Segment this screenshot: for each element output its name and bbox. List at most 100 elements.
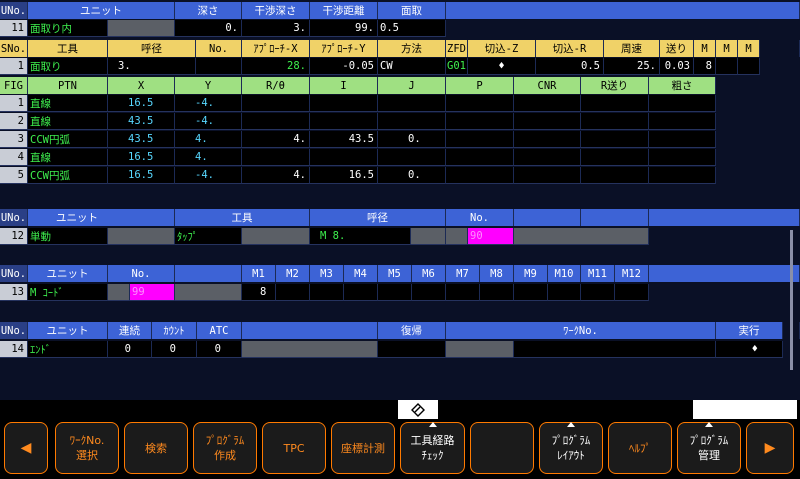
- nominal-value[interactable]: M 8.: [310, 228, 411, 245]
- m12-value[interactable]: [615, 284, 649, 301]
- pencil-diamond-icon[interactable]: [398, 400, 438, 419]
- work-no-value[interactable]: [514, 341, 716, 358]
- figure-cell-r[interactable]: [242, 95, 310, 112]
- figure-cell-ptn[interactable]: 直線: [28, 149, 108, 166]
- unit-row-13[interactable]: 13 M ｺｰﾄﾞ 99 8: [0, 284, 649, 301]
- softkey-7[interactable]: 工具経路 ﾁｪｯｸ: [400, 422, 465, 474]
- figure-cell-cnr[interactable]: [514, 113, 581, 130]
- m4-value[interactable]: [344, 284, 378, 301]
- figure-cell-x[interactable]: 16.5: [108, 95, 175, 112]
- m10-value[interactable]: [548, 284, 581, 301]
- m11-value[interactable]: [581, 284, 615, 301]
- figure-cell-cnr[interactable]: [514, 131, 581, 148]
- figure-cell-p[interactable]: [446, 167, 514, 184]
- figure-cell-cnr[interactable]: [514, 95, 581, 112]
- figure-cell-cnr[interactable]: [514, 167, 581, 184]
- m2-value[interactable]: [716, 58, 738, 75]
- figure-cell-j[interactable]: [378, 113, 446, 130]
- int-depth-value[interactable]: 3.: [242, 20, 310, 37]
- figure-cell-ptn[interactable]: CCW円弧: [28, 167, 108, 184]
- figure-cell-rf[interactable]: [581, 131, 649, 148]
- figure-cell-y[interactable]: -4.: [175, 167, 242, 184]
- figure-cell-rg[interactable]: [649, 113, 716, 130]
- figure-cell-p[interactable]: [446, 113, 514, 130]
- unit-row-14[interactable]: 14 ｴﾝﾄﾞ 0 0 0 ♦: [0, 341, 783, 358]
- figure-cell-y[interactable]: -4.: [175, 113, 242, 130]
- figure-cell-j[interactable]: [378, 95, 446, 112]
- figure-cell-j[interactable]: [378, 149, 446, 166]
- m3-value[interactable]: [310, 284, 344, 301]
- cut-r-value[interactable]: 0.5: [536, 58, 604, 75]
- softkey-11[interactable]: ﾌﾟﾛｸﾞﾗﾑ 管理: [677, 422, 741, 474]
- unit-name[interactable]: M ｺｰﾄﾞ: [28, 284, 108, 301]
- unit-name[interactable]: 単動: [28, 228, 108, 245]
- m7-value[interactable]: [446, 284, 480, 301]
- feed-value[interactable]: 0.03: [660, 58, 694, 75]
- softkey-9[interactable]: ﾌﾟﾛｸﾞﾗﾑ ﾚｲｱｳﾄ: [539, 422, 603, 474]
- cut-z-value[interactable]: ♦: [468, 58, 536, 75]
- softkey-6[interactable]: 座標計測: [331, 422, 395, 474]
- softkey-3[interactable]: 検索: [124, 422, 188, 474]
- figure-cell-x[interactable]: 43.5: [108, 113, 175, 130]
- figure-cell-rf[interactable]: [581, 95, 649, 112]
- softkey-5[interactable]: TPC: [262, 422, 326, 474]
- figure-cell-r[interactable]: [242, 149, 310, 166]
- int-dist-value[interactable]: 99.: [310, 20, 378, 37]
- figure-cell-x[interactable]: 43.5: [108, 131, 175, 148]
- figure-cell-rf[interactable]: [581, 167, 649, 184]
- figure-cell-x[interactable]: 16.5: [108, 167, 175, 184]
- softkey-4[interactable]: ﾌﾟﾛｸﾞﾗﾑ 作成: [193, 422, 257, 474]
- figure-cell-i[interactable]: [310, 113, 378, 130]
- softkey-12[interactable]: ▶: [746, 422, 794, 474]
- softkey-2[interactable]: ﾜｰｸNo. 選択: [55, 422, 119, 474]
- depth-value[interactable]: 0.: [175, 20, 242, 37]
- exec-value[interactable]: ♦: [716, 341, 783, 358]
- vertical-scrollbar[interactable]: [790, 230, 793, 370]
- zfd-value[interactable]: G01: [446, 58, 468, 75]
- figure-cell-i[interactable]: [310, 149, 378, 166]
- approach-x-value[interactable]: 28.: [242, 58, 310, 75]
- figure-cell-rg[interactable]: [649, 131, 716, 148]
- softkey-1[interactable]: ◀: [4, 422, 48, 474]
- figure-cell-rf[interactable]: [581, 149, 649, 166]
- tool-row-1[interactable]: 1 面取り 3. 28. -0.05 CW G01 ♦ 0.5 25. 0.03…: [0, 58, 760, 75]
- figure-cell-p[interactable]: [446, 131, 514, 148]
- figure-cell-p[interactable]: [446, 95, 514, 112]
- figure-cell-i[interactable]: [310, 95, 378, 112]
- figure-cell-cnr[interactable]: [514, 149, 581, 166]
- tool-no-value[interactable]: [196, 58, 242, 75]
- figure-cell-j[interactable]: 0.: [378, 131, 446, 148]
- figure-cell-y[interactable]: 4.: [175, 131, 242, 148]
- figure-cell-r[interactable]: 4.: [242, 167, 310, 184]
- speed-value[interactable]: 25.: [604, 58, 660, 75]
- figure-cell-p[interactable]: [446, 149, 514, 166]
- figure-row[interactable]: 4 直線 16.5 4.: [0, 149, 716, 166]
- figure-row[interactable]: 5 CCW円弧 16.5 -4. 4. 16.5 0.: [0, 167, 716, 184]
- figure-row[interactable]: 3 CCW円弧 43.5 4. 4. 43.5 0.: [0, 131, 716, 148]
- softkey-10[interactable]: ﾍﾙﾌﾟ: [608, 422, 672, 474]
- softkey-8[interactable]: [470, 422, 534, 474]
- cont-value[interactable]: 0: [108, 341, 152, 358]
- m1-value[interactable]: 8: [242, 284, 276, 301]
- figure-cell-y[interactable]: -4.: [175, 95, 242, 112]
- figure-cell-ptn[interactable]: 直線: [28, 95, 108, 112]
- tool-no-value[interactable]: 90: [468, 228, 514, 245]
- return-value[interactable]: [378, 341, 446, 358]
- figure-cell-rg[interactable]: [649, 95, 716, 112]
- figure-row[interactable]: 2 直線 43.5 -4.: [0, 113, 716, 130]
- m-no-value[interactable]: 99: [130, 284, 175, 301]
- m8-value[interactable]: [480, 284, 514, 301]
- m1-value[interactable]: 8: [694, 58, 716, 75]
- nominal-value[interactable]: 3.: [108, 58, 196, 75]
- unit-row-12[interactable]: 12 単動 ﾀｯﾌﾟ M 8. 90: [0, 228, 649, 245]
- figure-cell-j[interactable]: 0.: [378, 167, 446, 184]
- figure-cell-rg[interactable]: [649, 149, 716, 166]
- figure-cell-r[interactable]: [242, 113, 310, 130]
- figure-cell-ptn[interactable]: CCW円弧: [28, 131, 108, 148]
- method-value[interactable]: CW: [378, 58, 446, 75]
- tool-name[interactable]: 面取り: [28, 58, 108, 75]
- unit-name[interactable]: ｴﾝﾄﾞ: [28, 341, 108, 358]
- unit-name[interactable]: 面取り内: [28, 20, 108, 37]
- figure-cell-y[interactable]: 4.: [175, 149, 242, 166]
- approach-y-value[interactable]: -0.05: [310, 58, 378, 75]
